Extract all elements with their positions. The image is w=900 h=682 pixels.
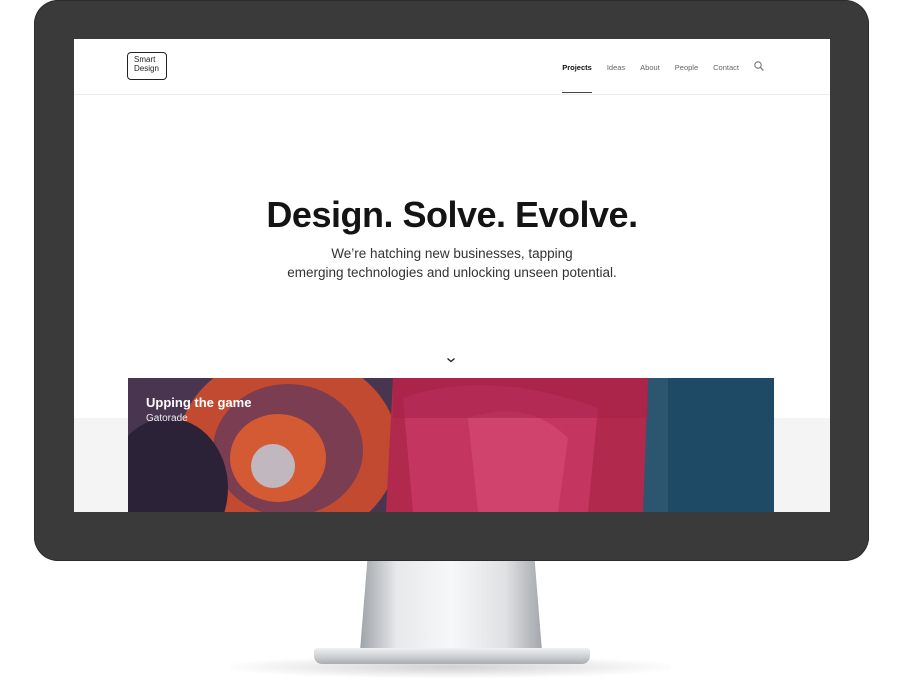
nav-item-projects[interactable]: Projects: [562, 63, 592, 93]
smart-design-logo[interactable]: Smart Design: [127, 52, 167, 80]
nav-item-about[interactable]: About: [640, 63, 660, 72]
hero-title: Design. Solve. Evolve.: [266, 194, 638, 235]
chevron-down-icon[interactable]: [446, 356, 456, 364]
project-card[interactable]: Upping the game Gatorade: [128, 378, 774, 512]
logo-line-2: Design: [134, 64, 159, 73]
hero-subtitle: We’re hatching new businesses, tapping e…: [74, 244, 830, 282]
search-icon[interactable]: [754, 61, 764, 71]
nav-item-people[interactable]: People: [675, 63, 698, 72]
project-client: Gatorade: [146, 413, 188, 424]
hero-subtitle-line-2: emerging technologies and unlocking unse…: [287, 265, 617, 280]
nav-item-ideas[interactable]: Ideas: [607, 63, 625, 72]
nav-item-contact[interactable]: Contact: [713, 63, 739, 72]
site-header: Smart Design Projects Ideas About People…: [74, 39, 830, 95]
logo-line-1: Smart: [134, 55, 156, 64]
monitor-stand: [360, 561, 542, 651]
main-nav: Projects Ideas About People Contact: [547, 61, 764, 93]
monitor-base: [314, 648, 590, 664]
project-title: Upping the game: [146, 395, 252, 410]
hero-subtitle-line-1: We’re hatching new businesses, tapping: [331, 246, 573, 261]
website-screen: Smart Design Projects Ideas About People…: [74, 39, 830, 512]
